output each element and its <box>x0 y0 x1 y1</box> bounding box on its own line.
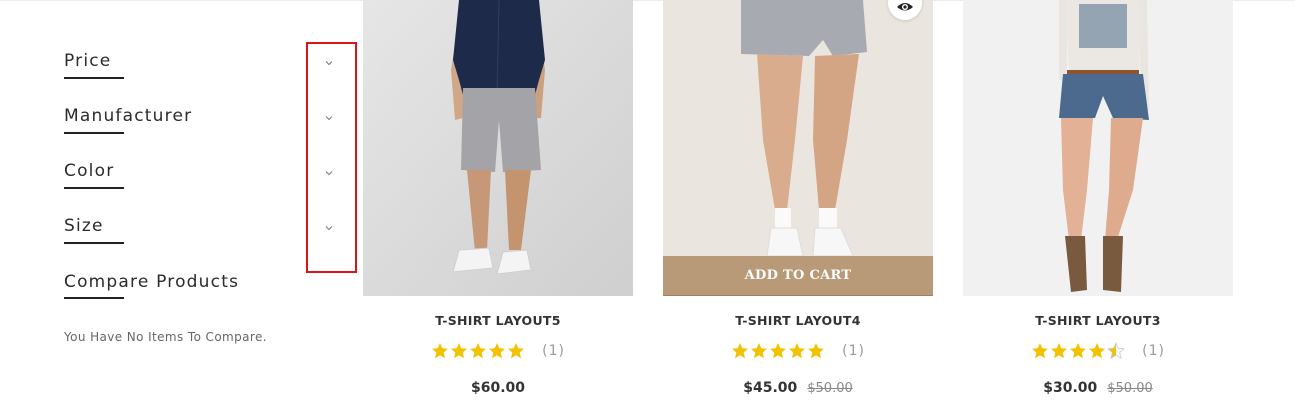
filter-underline <box>64 132 124 134</box>
compare-underline <box>64 297 124 299</box>
product-name[interactable]: T-SHIRT LAYOUT3 <box>963 313 1233 328</box>
price-row: $60.00 <box>363 377 633 396</box>
product-card: T-SHIRT LAYOUT5 (1) $60.00 <box>363 0 633 402</box>
product-name[interactable]: T-SHIRT LAYOUT5 <box>363 313 633 328</box>
product-image[interactable] <box>363 0 633 296</box>
product-old-price: $50.00 <box>807 381 853 396</box>
star-rating-icon <box>732 342 825 358</box>
filter-manufacturer-title[interactable]: Manufacturer <box>64 106 192 126</box>
filter-underline <box>64 242 124 244</box>
filter-color-title[interactable]: Color <box>64 161 114 181</box>
product-card: T-SHIRT LAYOUT3 (1) $30.00 $50.00 <box>963 0 1233 402</box>
product-old-price: $50.00 <box>1107 381 1153 396</box>
eye-icon <box>897 3 913 11</box>
filter-price-title[interactable]: Price <box>64 51 111 71</box>
filter-underline <box>64 77 124 79</box>
product-card: ADD TO CART T-SHIRT LAYOUT4 (1) $45.00 $5… <box>663 0 933 402</box>
price-row: $30.00 $50.00 <box>963 377 1233 396</box>
product-rating: (1) <box>363 340 633 360</box>
star-rating-icon <box>432 342 525 358</box>
filter-sidebar: Price Manufacturer Color Size Compare Pr… <box>0 0 360 402</box>
rating-count: (1) <box>842 342 865 359</box>
product-image[interactable] <box>963 0 1233 296</box>
product-rating: (1) <box>963 340 1233 360</box>
filter-size-title[interactable]: Size <box>64 216 104 236</box>
rating-count: (1) <box>542 342 565 359</box>
product-price: $45.00 <box>743 380 798 396</box>
product-rating: (1) <box>663 340 933 360</box>
product-price: $60.00 <box>470 380 526 396</box>
product-price: $30.00 <box>1043 380 1098 396</box>
add-to-cart-button[interactable]: ADD TO CART <box>663 256 933 296</box>
compare-products-title: Compare Products <box>64 272 240 292</box>
highlight-box <box>306 42 357 273</box>
compare-empty-message: You Have No Items To Compare. <box>64 330 267 344</box>
star-rating-icon <box>1032 342 1125 359</box>
rating-count: (1) <box>1142 342 1165 359</box>
filter-underline <box>64 187 124 189</box>
product-name[interactable]: T-SHIRT LAYOUT4 <box>663 313 933 328</box>
product-image[interactable]: ADD TO CART <box>663 0 933 296</box>
quick-view-button[interactable] <box>888 0 922 20</box>
price-row: $45.00 $50.00 <box>663 377 933 396</box>
